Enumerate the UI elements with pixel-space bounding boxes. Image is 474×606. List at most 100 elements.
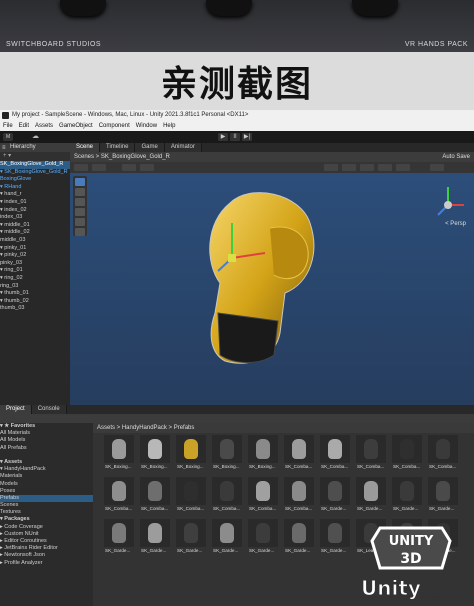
pause-button[interactable]: II [230,133,240,141]
tab-project[interactable]: Project [0,405,32,414]
menu-edit[interactable]: Edit [19,121,29,131]
hierarchy-item[interactable]: ▾ ring_02 [0,275,70,283]
hierarchy-item[interactable]: ▾ hand_r [0,191,70,199]
effects-button[interactable] [396,164,410,171]
scale-tool-icon[interactable] [75,208,85,216]
hand-tool-icon[interactable] [75,178,85,186]
project-tree-item[interactable]: ▸ Editor Coroutines [0,538,93,545]
menu-component[interactable]: Component [99,121,130,131]
asset-item[interactable]: SK_Boxing... [138,435,172,473]
asset-item[interactable]: SK_Comba... [318,435,352,473]
asset-item[interactable]: SK_Garde... [210,519,244,557]
hierarchy-item[interactable]: pinky_03 [0,260,70,268]
asset-item[interactable]: SK_Comba... [210,477,244,515]
hierarchy-item[interactable]: ▾ index_01 [0,199,70,207]
hierarchy-item[interactable]: ▾ index_02 [0,207,70,215]
audio-toggle[interactable] [378,164,392,171]
hierarchy-item[interactable]: index_03 [0,214,70,222]
menu-window[interactable]: Window [136,121,157,131]
asset-item[interactable]: SK_Garde... [354,477,388,515]
project-tree-item[interactable]: All Materials [0,430,93,437]
asset-item[interactable]: SK_Comba... [246,477,280,515]
project-tree-item[interactable]: All Prefabs [0,445,93,452]
hierarchy-item[interactable]: ▾ middle_01 [0,222,70,230]
lighting-toggle[interactable] [360,164,374,171]
project-tree-item[interactable]: ▾ Assets [0,459,93,466]
project-tree-item[interactable]: Scenes [0,502,93,509]
hierarchy-item[interactable]: ▾ RHand [0,184,70,192]
asset-item[interactable]: SK_Garde... [390,477,424,515]
asset-item[interactable]: SK_Garde... [318,519,352,557]
hierarchy-item[interactable]: ▾ middle_02 [0,229,70,237]
hierarchy-item[interactable]: ring_03 [0,283,70,291]
move-tool-icon[interactable] [75,188,85,196]
hierarchy-add-button[interactable]: + ▾ [0,152,70,161]
menu-assets[interactable]: Assets [35,121,53,131]
asset-item[interactable]: SK_Comba... [174,477,208,515]
asset-item[interactable]: SK_Garde... [138,519,172,557]
asset-item[interactable]: SK_Boxing... [102,435,136,473]
snap-button[interactable] [140,164,154,171]
asset-item[interactable]: SK_Boxing... [246,435,280,473]
boxing-glove-model[interactable] [170,183,350,393]
asset-breadcrumb[interactable]: Assets > HandyHandPack > Prefabs [93,423,474,433]
menu-gameobject[interactable]: GameObject [59,121,93,131]
asset-item[interactable]: SK_Comba... [354,435,388,473]
project-tree-item[interactable]: ▾ HandyHandPack [0,466,93,473]
asset-item[interactable]: SK_Boxing... [174,435,208,473]
transform-tool-icon[interactable] [75,228,85,236]
shading-button[interactable] [324,164,338,171]
hierarchy-item[interactable]: ▾ ring_01 [0,267,70,275]
project-tree-item[interactable]: ▸ Newtonsoft Json [0,552,93,559]
gizmos-button[interactable] [430,164,444,171]
asset-item[interactable]: SK_Comba... [390,435,424,473]
account-button[interactable]: M [3,133,14,141]
tab-animator[interactable]: Animator [164,143,202,152]
asset-item[interactable]: SK_Garde... [246,519,280,557]
hierarchy-item[interactable]: ▾ thumb_02 [0,298,70,306]
asset-item[interactable]: SK_Garde... [102,519,136,557]
asset-item[interactable]: SK_Comba... [138,477,172,515]
hierarchy-item[interactable]: thumb_03 [0,305,70,313]
play-button[interactable]: ▶ [218,133,228,141]
project-tree-item[interactable] [0,452,93,459]
pivot-button[interactable] [92,164,106,171]
asset-item[interactable]: SK_Comba... [282,477,316,515]
asset-item[interactable]: SK_Comba... [102,477,136,515]
project-tree-item[interactable]: ▸ JetBrains Rider Editor [0,545,93,552]
scene-breadcrumb[interactable]: Scenes > SK_BoxingGlove_Gold_R [74,154,170,160]
asset-item[interactable]: SK_Boxing... [210,435,244,473]
asset-item[interactable]: SK_Garde... [426,477,460,515]
hierarchy-item[interactable]: BoxingGlove [0,176,70,184]
tab-game[interactable]: Game [135,143,165,152]
rotate-tool-icon[interactable] [75,198,85,206]
view-tool-button[interactable] [74,164,88,171]
2d-toggle[interactable] [342,164,356,171]
project-tree-item[interactable]: All Models [0,437,93,444]
project-tree-item[interactable]: ▾ ★ Favorites [0,423,93,430]
tab-scene[interactable]: Scene [70,143,101,152]
grid-button[interactable] [122,164,136,171]
hierarchy-item[interactable]: ▾ thumb_01 [0,290,70,298]
hierarchy-tab[interactable]: ≡ Hierarchy [0,143,70,152]
scene-viewport[interactable]: < Persp [70,173,474,405]
project-tree-item[interactable]: Materials [0,473,93,480]
project-tree-item[interactable]: Prefabs [0,494,93,503]
project-tree-item[interactable]: Models [0,481,93,488]
autosave-toggle[interactable]: Auto Save [442,152,470,162]
hierarchy-item[interactable]: middle_03 [0,237,70,245]
perspective-label[interactable]: < Persp [445,221,466,227]
rect-tool-icon[interactable] [75,218,85,226]
hierarchy-item[interactable]: ▾ pinky_01 [0,245,70,253]
hierarchy-item[interactable]: ▾ SK_BoxingGlove_Gold_R [0,169,70,177]
asset-item[interactable]: SK_Comba... [282,435,316,473]
project-tree-item[interactable]: ▾ Packages [0,516,93,523]
asset-item[interactable]: SK_Comba... [426,435,460,473]
menu-help[interactable]: Help [163,121,175,131]
project-tree-item[interactable]: ▸ Code Coverage [0,524,93,531]
cloud-icon[interactable]: ☁ [32,133,40,141]
tab-timeline[interactable]: Timeline [100,143,136,152]
asset-item[interactable]: SK_Garde... [174,519,208,557]
asset-item[interactable]: SK_Garde... [318,477,352,515]
tab-console[interactable]: Console [31,405,67,414]
